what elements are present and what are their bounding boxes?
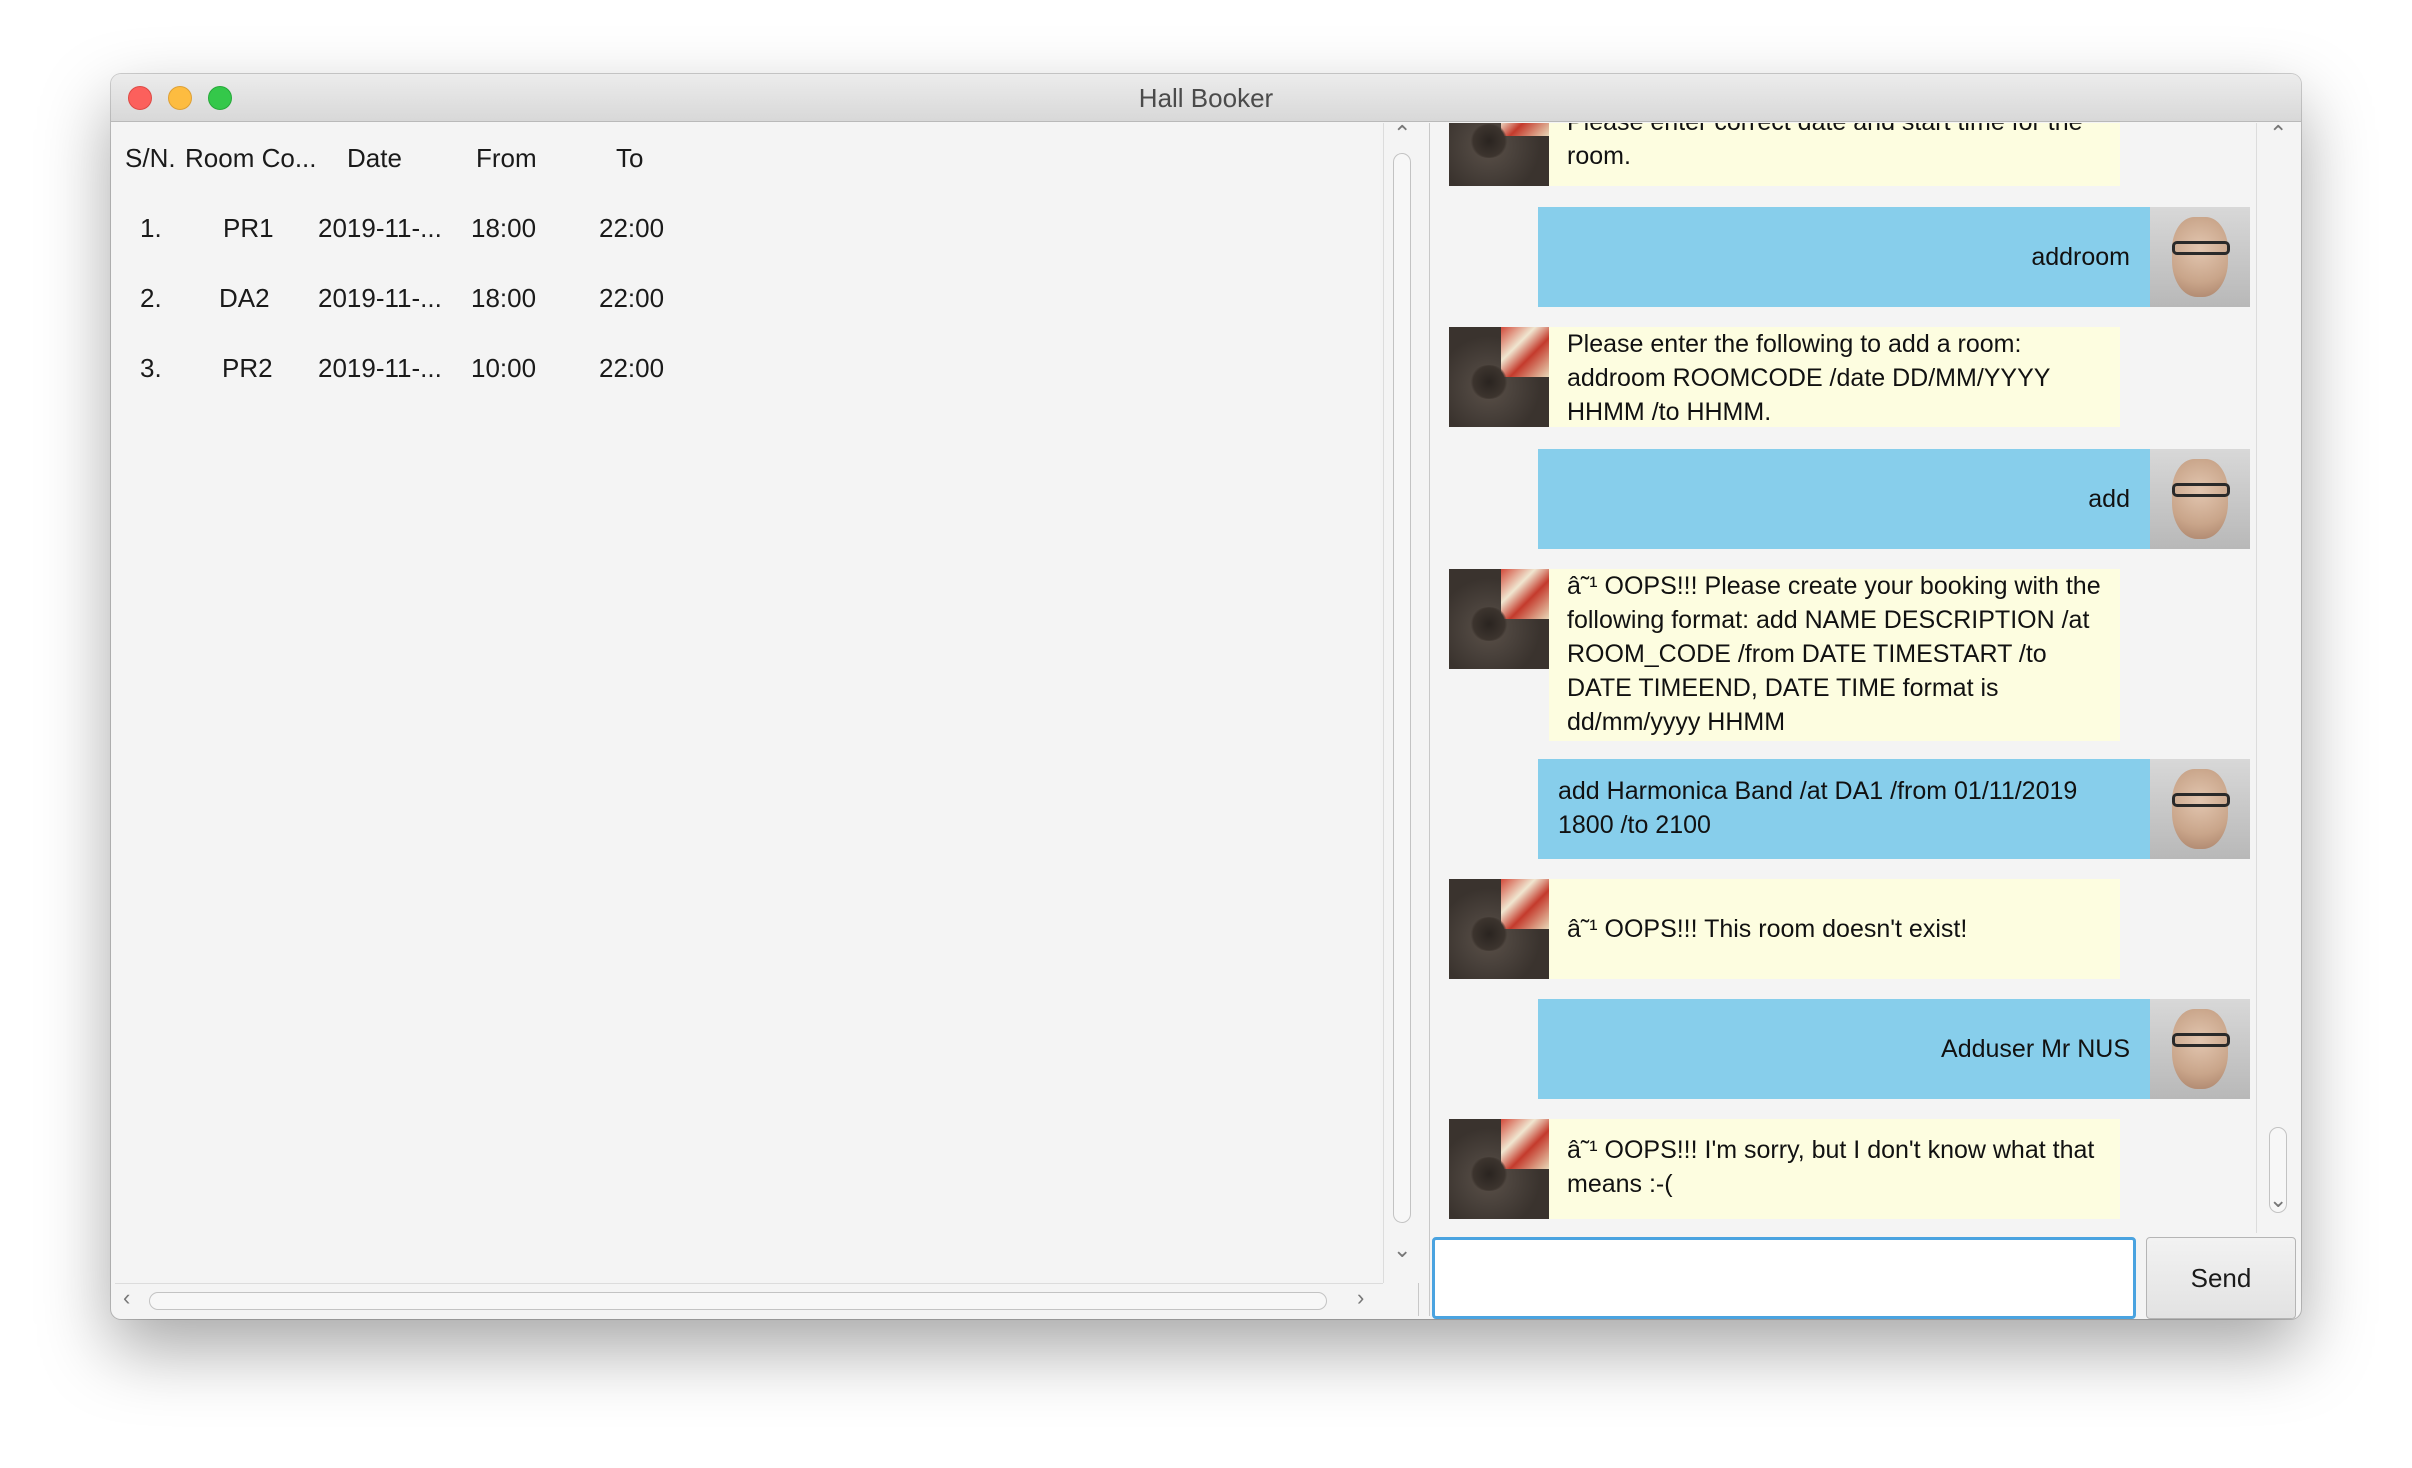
chevron-up-icon[interactable]: ⌃ xyxy=(1393,121,1411,147)
chat-panel: Please enter correct date and start time… xyxy=(1429,123,2298,1319)
dialog-box-user: Adduser Mr NUS xyxy=(1430,999,2250,1099)
user-avatar xyxy=(2150,759,2250,859)
bot-avatar xyxy=(1449,879,1549,979)
chevron-down-icon[interactable]: ⌄ xyxy=(2269,1187,2287,1213)
dialog-box-user: add xyxy=(1430,449,2250,549)
scrollbar-thumb[interactable] xyxy=(1393,153,1411,1223)
chat-history[interactable]: Please enter correct date and start time… xyxy=(1430,123,2298,1233)
user-avatar xyxy=(2150,999,2250,1099)
bot-avatar xyxy=(1449,1119,1549,1219)
user-message-text: add Harmonica Band /at DA1 /from 01/11/2… xyxy=(1538,759,2150,859)
bot-message-text: â˜¹ OOPS!!! I'm sorry, but I don't know … xyxy=(1549,1119,2120,1219)
window-title: Hall Booker xyxy=(1138,83,1274,113)
app-window: Hall Booker S/N. Room Co... Date From To… xyxy=(111,74,2301,1319)
input-row: Send xyxy=(1430,1233,2298,1319)
cell-from: 18:00 xyxy=(471,283,537,313)
send-button[interactable]: Send xyxy=(2146,1237,2296,1319)
chevron-right-icon[interactable]: › xyxy=(1357,1285,1364,1311)
user-message-text: add xyxy=(1538,449,2150,549)
cell-to: 22:00 xyxy=(599,213,665,243)
chevron-up-icon[interactable]: ⌃ xyxy=(2269,123,2287,147)
cell-room-code: PR1 xyxy=(223,213,274,243)
cell-to: 22:00 xyxy=(599,283,665,313)
bot-message-text: Please enter correct date and start time… xyxy=(1549,123,2120,186)
dialog-box-user: add Harmonica Band /at DA1 /from 01/11/2… xyxy=(1430,759,2250,859)
cell-from: 18:00 xyxy=(471,213,537,243)
dialog-box-bot: â˜¹ OOPS!!! This room doesn't exist! xyxy=(1430,879,2250,979)
dialog-box-bot: Please enter correct date and start time… xyxy=(1430,123,2250,186)
cell-date: 2019-11-... xyxy=(318,283,442,313)
user-avatar xyxy=(2150,449,2250,549)
header-sn[interactable]: S/N. xyxy=(125,143,176,174)
cell-room-code: PR2 xyxy=(222,353,273,383)
header-to[interactable]: To xyxy=(616,143,643,174)
cell-sn: 3. xyxy=(140,353,162,383)
bot-message-text: Please enter the following to add a room… xyxy=(1549,327,2120,427)
table-vertical-scrollbar[interactable]: ⌃ ⌄ xyxy=(1383,121,1419,1283)
dialog-box-user: addroom xyxy=(1430,207,2250,307)
cell-sn: 2. xyxy=(140,283,162,313)
cell-to: 22:00 xyxy=(599,353,665,383)
header-date[interactable]: Date xyxy=(347,143,402,174)
dialog-box-bot: â˜¹ OOPS!!! Please create your booking w… xyxy=(1430,569,2250,741)
cell-date: 2019-11-... xyxy=(318,353,442,383)
chevron-left-icon[interactable]: ‹ xyxy=(123,1285,130,1311)
message-input[interactable] xyxy=(1432,1237,2136,1319)
dialog-box-bot: Please enter the following to add a room… xyxy=(1430,327,2250,427)
user-message-text: Adduser Mr NUS xyxy=(1538,999,2150,1099)
table-horizontal-scrollbar[interactable]: ‹ › xyxy=(115,1283,1383,1316)
user-message-text: addroom xyxy=(1538,207,2150,307)
bot-message-text: â˜¹ OOPS!!! Please create your booking w… xyxy=(1549,569,2120,741)
header-from[interactable]: From xyxy=(476,143,537,174)
bookings-table: S/N. Room Co... Date From To 1. PR1 2019… xyxy=(115,121,1419,1316)
header-room-code[interactable]: Room Co... xyxy=(185,143,317,174)
bot-avatar xyxy=(1449,123,1549,186)
user-avatar xyxy=(2150,207,2250,307)
scrollbar-thumb[interactable] xyxy=(149,1292,1327,1310)
bot-message-text: â˜¹ OOPS!!! This room doesn't exist! xyxy=(1549,879,2120,979)
cell-room-code: DA2 xyxy=(219,283,270,313)
chat-vertical-scrollbar[interactable]: ⌃ ⌄ xyxy=(2256,123,2298,1233)
bot-avatar xyxy=(1449,569,1549,669)
cell-sn: 1. xyxy=(140,213,162,243)
chevron-down-icon[interactable]: ⌄ xyxy=(1393,1237,1411,1263)
title-bar[interactable]: Hall Booker xyxy=(111,74,2301,122)
bot-avatar xyxy=(1449,327,1549,427)
cell-date: 2019-11-... xyxy=(318,213,442,243)
cell-from: 10:00 xyxy=(471,353,537,383)
dialog-box-bot: â˜¹ OOPS!!! I'm sorry, but I don't know … xyxy=(1430,1119,2250,1219)
